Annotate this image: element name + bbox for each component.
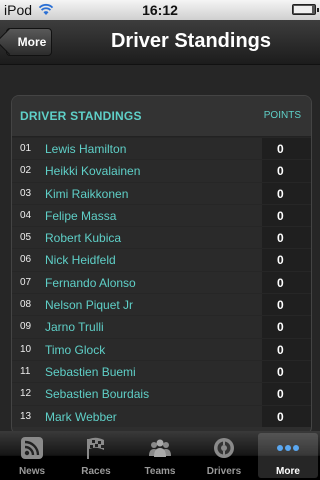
driver-points: 0 [277,364,284,379]
position-number: 12 [20,388,32,400]
points-cell [262,405,311,427]
tab-label: Races [81,466,111,477]
table-row[interactable]: 11 Sebastien Buemi 0 [12,359,311,383]
driver-points: 0 [277,387,284,402]
table-row[interactable]: 07 Fernando Alonso 0 [12,270,311,294]
driver-name: Heikki Kovalainen [45,164,141,179]
back-button-label: More [17,35,47,49]
driver-name: Timo Glock [45,342,106,357]
points-cell [262,249,311,271]
position-number: 09 [20,321,32,333]
table-row[interactable]: 12 Sebastien Bourdais 0 [12,382,311,405]
tab-bar: News Races Teams Drivers More [0,431,320,480]
position-number: 05 [20,232,32,244]
points-cell [262,338,311,360]
more-dots-icon [277,445,299,451]
driver-name: Sebastien Bourdais [45,387,150,402]
driver-points: 0 [277,186,284,201]
table-row[interactable]: 13 Mark Webber 0 [12,404,311,427]
table-title: DRIVER STANDINGS [20,109,142,123]
driver-name: Robert Kubica [45,231,122,246]
driver-name: Felipe Massa [45,208,117,223]
driver-points: 0 [277,231,284,246]
position-number: 10 [20,343,32,355]
driver-points: 0 [277,253,284,268]
points-cell [262,182,311,204]
driver-name: Mark Webber [45,409,117,424]
points-cell [262,227,311,249]
driver-points: 0 [277,275,284,290]
driver-points: 0 [277,409,284,424]
table-row[interactable]: 06 Nick Heidfeld 0 [12,248,311,271]
table-row[interactable]: 03 Kimi Raikkonen 0 [12,181,311,204]
status-bar: iPod 16:12 [0,0,320,20]
driver-name: Lewis Hamilton [45,142,127,156]
tab-more[interactable]: More [258,433,318,478]
table-row[interactable]: 05 Robert Kubica 0 [12,226,311,249]
driver-points: 0 [277,342,284,357]
points-cell [262,271,311,294]
checkered-flag-icon [87,437,104,459]
tab-drivers[interactable]: Drivers [194,433,254,478]
tab-label: Drivers [206,466,242,477]
position-number: 13 [20,410,32,422]
driver-points: 0 [277,164,284,179]
position-number: 08 [20,299,32,311]
points-column-header: POINTS [263,110,301,121]
tab-news[interactable]: News [2,433,62,478]
table-row[interactable]: 02 Heikki Kovalainen 0 [12,159,311,182]
tab-label: News [18,466,46,477]
driver-points: 0 [277,142,284,156]
standings-table: DRIVER STANDINGS POINTS 01 Lewis Hamilton… [11,95,312,435]
driver-name: Kimi Raikkonen [45,186,129,201]
table-row[interactable]: 09 Jarno Trulli 0 [12,315,311,338]
position-number: 01 [20,143,32,154]
back-button[interactable]: More [0,28,52,56]
points-cell [262,360,311,383]
points-cell [262,383,311,405]
points-cell [262,316,311,338]
navigation-bar: More Driver Standings [0,20,320,65]
position-number: 11 [20,365,31,377]
tab-teams[interactable]: Teams [130,433,190,478]
position-number: 02 [20,165,32,177]
clock: 16:12 [142,2,178,18]
driver-points: 0 [277,208,284,223]
table-row[interactable]: 01 Lewis Hamilton 0 [12,137,311,160]
position-number: 06 [20,254,32,266]
driver-name: Jarno Trulli [45,320,104,335]
battery-icon [292,4,319,15]
tab-label: Teams [144,466,176,477]
position-number: 04 [20,209,32,221]
position-number: 03 [20,187,32,199]
points-cell [262,294,311,316]
driver-name: Fernando Alonso [45,275,136,290]
points-cell [262,160,311,182]
driver-points: 0 [277,298,284,313]
rss-icon [21,437,43,459]
points-cell [262,204,311,227]
driver-name: Sebastien Buemi [45,364,136,379]
page-title: Driver Standings [110,30,272,52]
position-number: 07 [20,276,32,288]
people-icon [149,439,171,457]
steering-wheel-icon [214,438,234,458]
tab-label: More [276,466,300,477]
driver-name: Nick Heidfeld [45,253,116,268]
table-row[interactable]: 08 Nelson Piquet Jr 0 [12,293,311,316]
driver-points: 0 [277,320,284,335]
table-row[interactable]: 04 Felipe Massa 0 [12,203,311,227]
driver-name: Nelson Piquet Jr [45,298,134,313]
points-cell [262,138,311,160]
tab-races[interactable]: Races [66,433,126,478]
table-row[interactable]: 10 Timo Glock 0 [12,337,311,360]
table-header: DRIVER STANDINGS POINTS [12,96,311,137]
